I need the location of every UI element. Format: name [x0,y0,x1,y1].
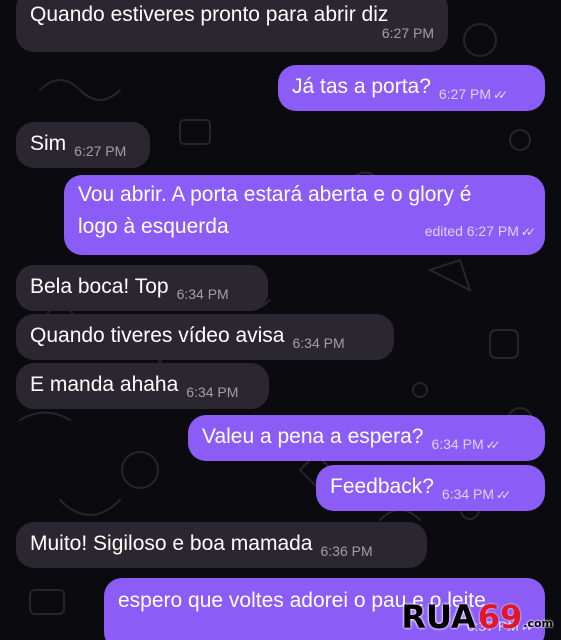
message-outgoing[interactable]: Já tas a porta? 6:27 PM ✓✓ [278,65,545,111]
message-incoming[interactable]: Muito! Sigiloso e boa mamada 6:36 PM [16,522,427,568]
watermark-number: 69 [477,598,523,636]
message-text: Valeu a pena a espera? [202,425,424,448]
watermark-brand: RUA [401,598,476,636]
message-time: 6:27 PM [381,25,434,41]
message-time: 6:34 PM [431,436,484,452]
message-text: Quando estiveres pronto para abrir diz [30,3,389,26]
message-text: Quando tiveres vídeo avisa [30,324,285,347]
watermark-suffix: .com [523,617,553,630]
message-time: 6:27 PM [74,143,127,159]
chat-view: Quando estiveres pronto para abrir diz 6… [0,0,561,640]
message-outgoing[interactable]: Vou abrir. A porta estará aberta e o glo… [64,175,545,255]
message-incoming[interactable]: Quando estiveres pronto para abrir diz 6… [16,0,448,52]
message-text: E manda ahaha [30,373,179,396]
message-incoming[interactable]: Sim 6:27 PM [16,122,150,168]
message-time: 6:27 PM [438,86,492,102]
read-double-check-icon: ✓✓ [493,88,508,102]
message-incoming[interactable]: Bela boca! Top 6:34 PM [16,265,268,311]
message-text-line-1: Vou abrir. A porta estará aberta e o glo… [78,183,472,206]
message-time: 6:34 PM [292,335,345,351]
message-meta: edited 6:27 PM ✓✓ [424,218,536,245]
message-time: 6:34 PM [176,286,229,302]
watermark-logo: RUA 69 .com [401,598,553,636]
read-double-check-icon: ✓✓ [485,438,501,452]
message-incoming[interactable]: Quando tiveres vídeo avisa 6:34 PM [16,314,394,360]
message-time: 6:36 PM [320,543,373,559]
message-time: 6:34 PM [441,486,495,502]
read-double-check-icon: ✓✓ [496,488,511,502]
message-outgoing[interactable]: Valeu a pena a espera? 6:34 PM ✓✓ [188,415,545,461]
message-incoming[interactable]: E manda ahaha 6:34 PM [16,363,269,409]
message-text: Bela boca! Top [30,275,169,298]
message-text: Feedback? [330,475,434,498]
message-text: Muito! Sigiloso e boa mamada [30,532,313,555]
message-text: Já tas a porta? [292,75,431,98]
read-double-check-icon: ✓✓ [520,225,536,239]
message-outgoing[interactable]: Feedback? 6:34 PM ✓✓ [316,465,545,511]
message-time: 6:34 PM [186,384,239,400]
message-edited-time: edited 6:27 PM [424,223,519,239]
message-text: Sim [30,132,67,155]
